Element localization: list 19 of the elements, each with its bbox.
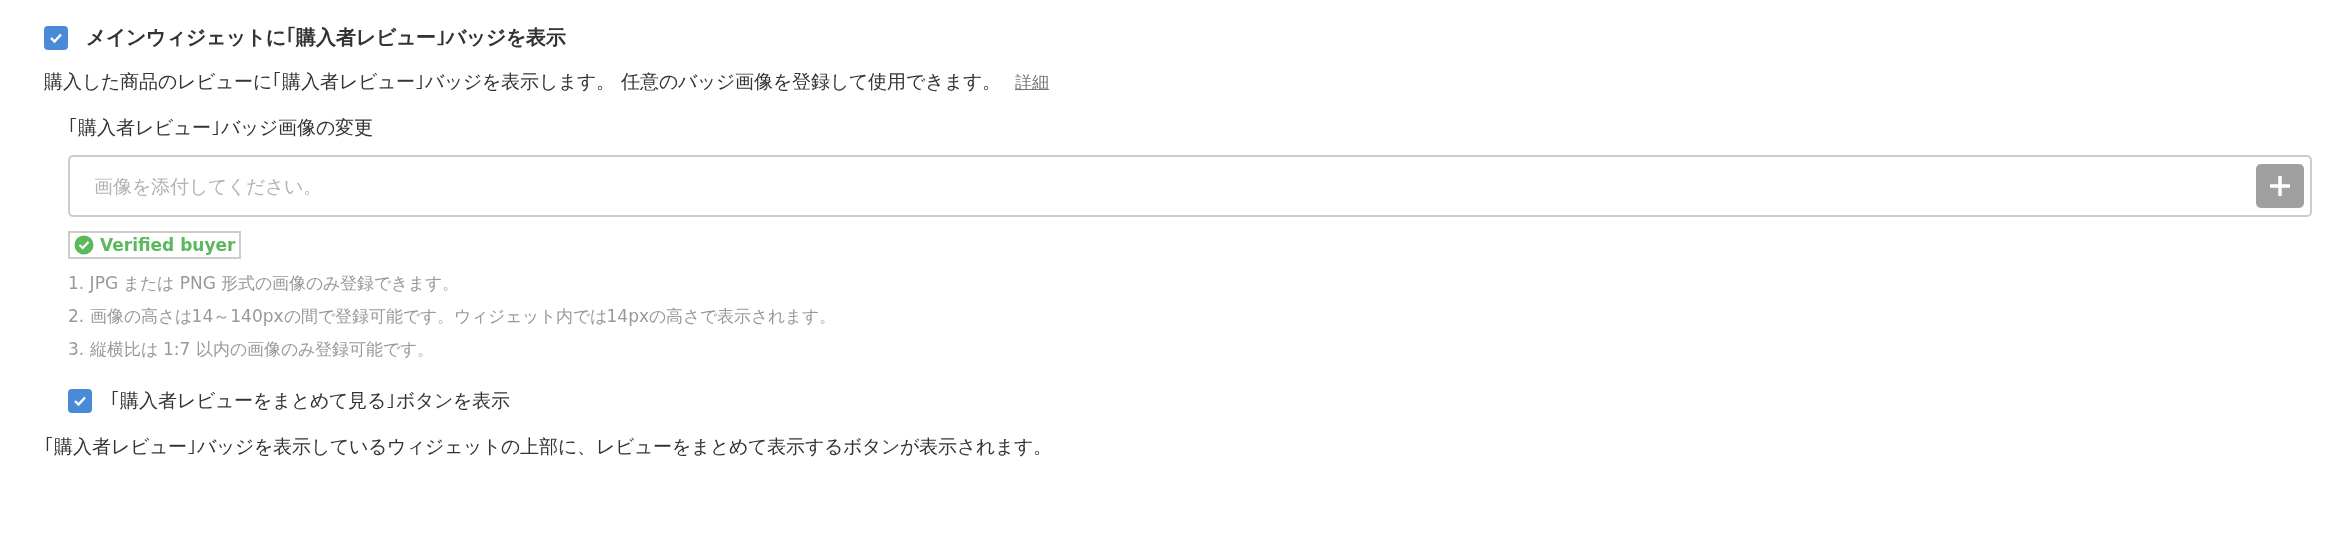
image-input-field[interactable]: 画像を添付してください。 (92, 174, 2256, 198)
check-circle-icon (74, 235, 94, 255)
checkbox-label: メインウィジェットに｢購入者レビュー｣バッジを表示 (86, 24, 566, 51)
image-upload-field[interactable]: 画像を添付してください。 (68, 155, 2312, 217)
note-text: 1. JPG または PNG 形式の画像のみ登録できます。 (68, 272, 461, 295)
plus-icon (2268, 174, 2292, 198)
checkbox-label: ｢購入者レビューをまとめて見る｣ボタンを表示 (110, 388, 510, 413)
note-text: 2. 画像の高さは14～140pxの間で登録可能です。ウィジェット内では14pxの高さで表示されます。 (68, 305, 838, 328)
checkbox[interactable] (44, 25, 68, 50)
check-icon (73, 395, 87, 407)
description-text: ｢購入者レビュー｣バッジを表示しているウィジェットの上部に、レビューをまとめて表示するボタンが表示されます。 (44, 434, 1053, 459)
checkbox[interactable] (68, 389, 92, 413)
verified-buyer-badge: Verified buyer (68, 231, 242, 259)
check-icon (49, 31, 63, 44)
add-button[interactable] (2256, 164, 2304, 208)
details-link[interactable]: 詳細 (1015, 72, 1050, 92)
field-label: ｢購入者レビュー｣バッジ画像の変更 (68, 115, 373, 140)
note-text: 3. 縦横比は 1:7 以内の画像のみ登録可能です。 (68, 338, 435, 361)
description-text: 購入した商品のレビューに｢購入者レビュー｣バッジを表示します。 任意のバッジ画像を登録して使用できます。 (44, 69, 1002, 94)
